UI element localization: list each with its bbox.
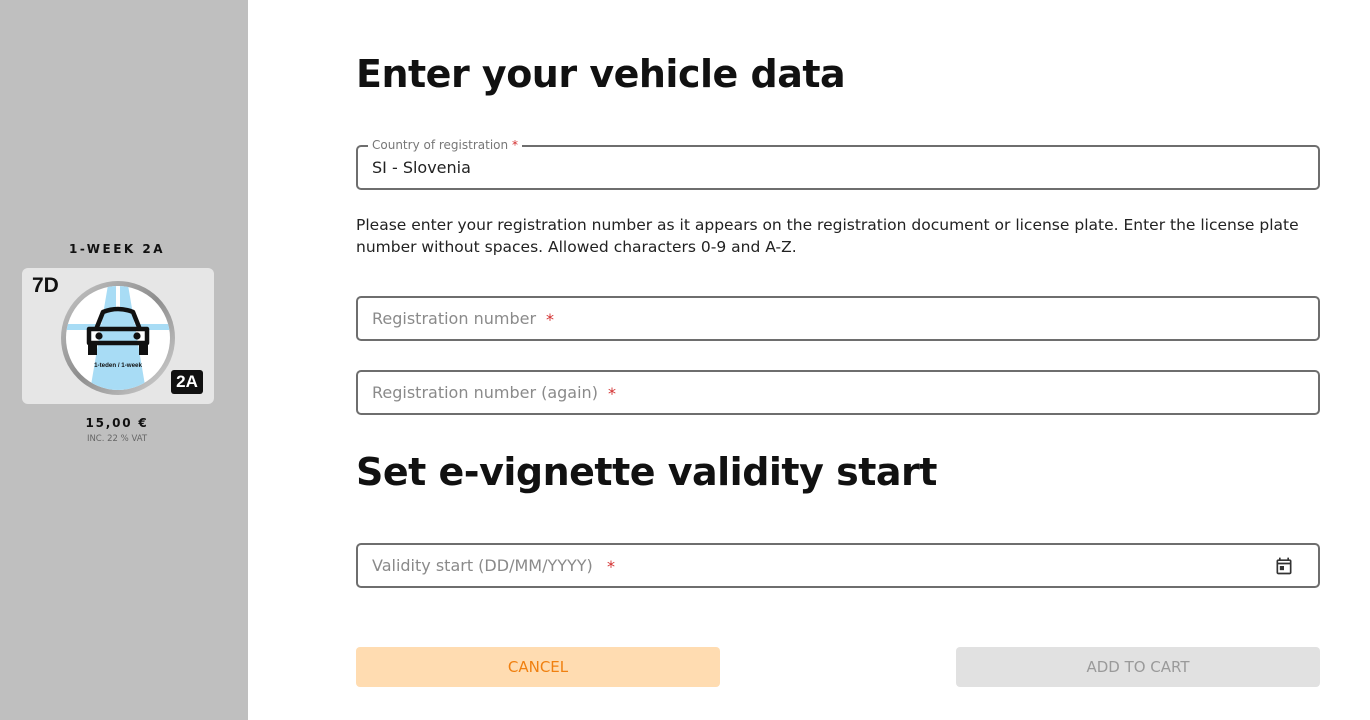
product-title: 1-WEEK 2A xyxy=(68,242,166,256)
registration-again-field[interactable]: * xyxy=(356,370,1320,415)
registration-help-text: Please enter your registration number as… xyxy=(356,216,1299,256)
vignette-class-code: 2A xyxy=(171,370,203,394)
country-label: Country of registration * xyxy=(368,138,522,152)
country-select[interactable] xyxy=(358,147,1318,188)
vignette-period-text: 1-teden / 1-week xyxy=(94,362,142,369)
calendar-icon[interactable] xyxy=(1274,556,1294,576)
registration-input[interactable] xyxy=(358,298,1318,339)
vignette-card: 7D 1-teden / 1-week 2A xyxy=(22,268,214,404)
country-field[interactable]: Country of registration * xyxy=(356,138,1320,190)
add-to-cart-button[interactable]: ADD TO CART xyxy=(956,647,1320,687)
vignette-duration-code: 7D xyxy=(32,274,59,297)
vat-note: INC. 22 % VAT xyxy=(86,434,148,444)
validity-heading: Set e-vignette validity start xyxy=(356,450,937,494)
vehicle-data-heading: Enter your vehicle data xyxy=(356,52,846,96)
registration-again-input[interactable] xyxy=(358,372,1318,413)
vignette-emblem: 1-teden / 1-week xyxy=(61,281,175,395)
registration-field[interactable]: * xyxy=(356,296,1320,341)
sidebar: 1-WEEK 2A 7D 1-teden / 1-week 2A 15,00 €… xyxy=(0,0,248,720)
validity-start-input[interactable] xyxy=(358,545,1318,586)
price: 15,00 € xyxy=(85,416,149,430)
validity-start-field[interactable]: * xyxy=(356,543,1320,588)
cancel-button[interactable]: CANCEL xyxy=(356,647,720,687)
